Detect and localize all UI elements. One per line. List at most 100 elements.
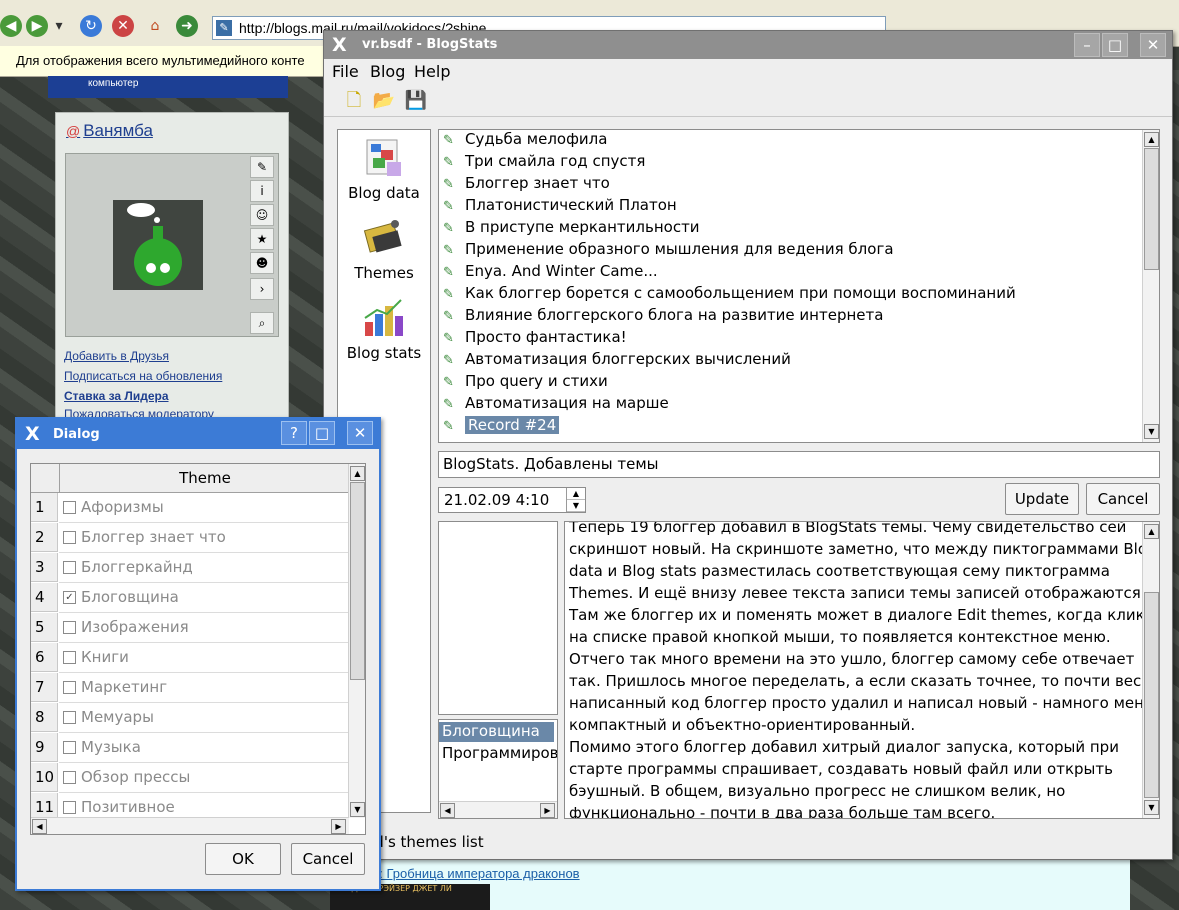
theme-checkbox[interactable] bbox=[63, 501, 76, 514]
dialog-close-button[interactable]: ✕ bbox=[347, 421, 373, 445]
scroll-up-icon[interactable]: ▲ bbox=[1144, 524, 1159, 539]
theme-cell[interactable]: Блоггер знает что bbox=[59, 523, 349, 553]
record-date-field[interactable]: 21.02.09 4:10 ▲ ▼ bbox=[438, 487, 586, 513]
dialog-maximize-button[interactable]: □ bbox=[309, 421, 335, 445]
help-button[interactable]: ? bbox=[281, 421, 307, 445]
menu-file[interactable]: File bbox=[332, 62, 359, 81]
posts-list[interactable]: ✎ Судьба мелофила ✎ Три смайла год спустя ✎ Б… bbox=[438, 129, 1160, 443]
theme-cell[interactable]: Обзор прессы bbox=[59, 763, 349, 793]
dialog-cancel-button[interactable]: Cancel bbox=[291, 843, 365, 875]
post-item[interactable]: ✎ Платонистический Платон bbox=[443, 196, 677, 218]
table-row[interactable]: 1 Афоризмы bbox=[31, 493, 349, 523]
record-themes-list[interactable]: Блоговщина Программирование ◀ ▶ bbox=[438, 719, 558, 819]
go-icon[interactable]: ➜ bbox=[176, 15, 198, 37]
theme-cell[interactable]: ✓ Блоговщина bbox=[59, 583, 349, 613]
close-button[interactable]: ✕ bbox=[1140, 33, 1166, 57]
add-friend-link[interactable]: Добавить в Друзья bbox=[64, 349, 169, 363]
post-item[interactable]: ✎ Блоггер знает что bbox=[443, 174, 610, 196]
history-dropdown-icon[interactable]: ▾ bbox=[52, 15, 66, 37]
themes-hscrollbar[interactable]: ◀ ▶ bbox=[439, 801, 557, 818]
theme-checkbox[interactable]: ✓ bbox=[63, 591, 76, 604]
dialog-titlebar[interactable]: X Dialog ? □ ✕ bbox=[17, 419, 379, 449]
scroll-right-icon[interactable]: ▶ bbox=[331, 819, 346, 834]
movie-link[interactable]: 3: Гробница императора драконов bbox=[372, 866, 580, 881]
scroll-down-icon[interactable]: ▼ bbox=[1144, 424, 1159, 439]
date-spinner[interactable]: ▲ ▼ bbox=[566, 488, 585, 512]
scroll-thumb[interactable] bbox=[1144, 592, 1159, 798]
post-item[interactable]: ✎ В приступе меркантильности bbox=[443, 218, 700, 240]
scroll-right-icon[interactable]: ▶ bbox=[540, 803, 555, 818]
star-icon[interactable]: ★ bbox=[250, 228, 274, 250]
theme-cell[interactable]: Мемуары bbox=[59, 703, 349, 733]
main-titlebar[interactable]: X vr.bsdf - BlogStats – □ ✕ bbox=[324, 31, 1172, 59]
table-row[interactable]: 7 Маркетинг bbox=[31, 673, 349, 703]
edit-profile-icon[interactable]: ✎ bbox=[250, 156, 274, 178]
text-vscrollbar[interactable]: ▲ ▼ bbox=[1142, 522, 1159, 818]
posts-vscrollbar[interactable]: ▲ ▼ bbox=[1142, 130, 1159, 442]
scroll-left-icon[interactable]: ◀ bbox=[32, 819, 47, 834]
menu-help[interactable]: Help bbox=[414, 62, 450, 81]
table-row[interactable]: 5 Изображения bbox=[31, 613, 349, 643]
table-row[interactable]: 9 Музыка bbox=[31, 733, 349, 763]
theme-item[interactable]: Блоговщина bbox=[439, 722, 554, 742]
zoom-icon[interactable]: ⌕ bbox=[250, 312, 274, 334]
table-vscrollbar[interactable]: ▲ ▼ bbox=[348, 464, 365, 818]
theme-cell[interactable]: Книги bbox=[59, 643, 349, 673]
post-item[interactable]: ✎ Про query и стихи bbox=[443, 372, 608, 394]
theme-checkbox[interactable] bbox=[63, 621, 76, 634]
theme-cell[interactable]: Музыка bbox=[59, 733, 349, 763]
table-row[interactable]: 8 Мемуары bbox=[31, 703, 349, 733]
scroll-thumb[interactable] bbox=[350, 482, 365, 680]
home-icon[interactable]: ⌂ bbox=[144, 15, 166, 37]
minimize-button[interactable]: – bbox=[1074, 33, 1100, 57]
post-item[interactable]: ✎ Влияние блоггерского блога на развитие … bbox=[443, 306, 883, 328]
forward-icon[interactable]: ▶ bbox=[26, 15, 48, 37]
theme-checkbox[interactable] bbox=[63, 801, 76, 814]
scroll-down-icon[interactable]: ▼ bbox=[1144, 800, 1159, 815]
post-item[interactable]: ✎ Record #24 bbox=[443, 416, 560, 438]
post-item[interactable]: ✎ Применение образного мышления для веден… bbox=[443, 240, 894, 262]
table-row[interactable]: 2 Блоггер знает что bbox=[31, 523, 349, 553]
theme-checkbox[interactable] bbox=[63, 681, 76, 694]
info-icon[interactable]: i bbox=[250, 180, 274, 202]
themes-table[interactable]: Theme 1 Афоризмы 2 Блоггер знает что 3 Блогге… bbox=[30, 463, 366, 835]
post-item[interactable]: ✎ Судьба мелофила bbox=[443, 130, 607, 152]
theme-cell[interactable]: Афоризмы bbox=[59, 493, 349, 523]
info-bar[interactable]: Для отображения всего мультимедийного ко… bbox=[0, 46, 330, 77]
cancel-button[interactable]: Cancel bbox=[1086, 483, 1160, 515]
leader-bid-link[interactable]: Ставка за Лидера bbox=[64, 389, 169, 403]
table-row[interactable]: 6 Книги bbox=[31, 643, 349, 673]
table-row[interactable]: 10 Обзор прессы bbox=[31, 763, 349, 793]
scroll-down-icon[interactable]: ▼ bbox=[350, 802, 365, 817]
section-blog-data[interactable]: Blog data bbox=[338, 130, 430, 202]
theme-checkbox[interactable] bbox=[63, 711, 76, 724]
ok-button[interactable]: OK bbox=[205, 843, 281, 875]
maximize-button[interactable]: □ bbox=[1102, 33, 1128, 57]
theme-checkbox[interactable] bbox=[63, 561, 76, 574]
theme-cell[interactable]: Блоггеркайнд bbox=[59, 553, 349, 583]
scroll-left-icon[interactable]: ◀ bbox=[440, 803, 455, 818]
post-item[interactable]: ✎ Автоматизация блоггерских вычислений bbox=[443, 350, 791, 372]
scroll-up-icon[interactable]: ▲ bbox=[1144, 132, 1159, 147]
theme-checkbox[interactable] bbox=[63, 741, 76, 754]
post-item[interactable]: ✎ Просто фантастика! bbox=[443, 328, 627, 350]
theme-checkbox[interactable] bbox=[63, 651, 76, 664]
table-row[interactable]: 3 Блоггеркайнд bbox=[31, 553, 349, 583]
post-item[interactable]: ✎ Автоматизация на марше bbox=[443, 394, 669, 416]
scroll-thumb[interactable] bbox=[1144, 148, 1159, 270]
back-icon[interactable]: ◀ bbox=[0, 15, 22, 37]
spin-up-icon[interactable]: ▲ bbox=[567, 488, 585, 500]
update-button[interactable]: Update bbox=[1005, 483, 1079, 515]
theme-checkbox[interactable] bbox=[63, 771, 76, 784]
menu-blog[interactable]: Blog bbox=[370, 62, 405, 81]
post-item[interactable]: ✎ Enya. And Winter Came... bbox=[443, 262, 658, 284]
section-themes[interactable]: Themes bbox=[338, 210, 430, 282]
subscribe-link[interactable]: Подписаться на обновления bbox=[64, 369, 222, 383]
open-folder-icon[interactable]: 📂 bbox=[372, 89, 396, 113]
user-icon[interactable]: ☻ bbox=[250, 252, 274, 274]
theme-cell[interactable]: Маркетинг bbox=[59, 673, 349, 703]
record-text-area[interactable]: Теперь 19 блоггер добавил в BlogStats те… bbox=[564, 521, 1160, 819]
column-header-theme[interactable]: Theme bbox=[59, 464, 350, 493]
section-blog-stats[interactable]: Blog stats bbox=[338, 290, 430, 362]
stop-icon[interactable]: ✕ bbox=[112, 15, 134, 37]
